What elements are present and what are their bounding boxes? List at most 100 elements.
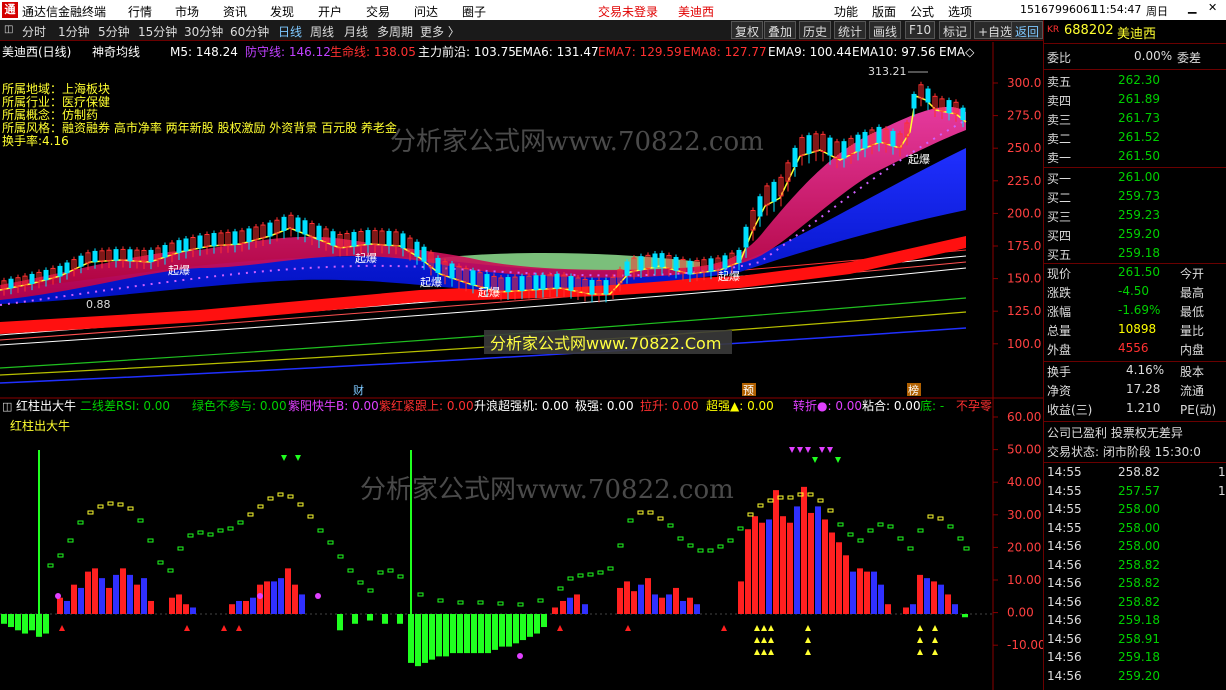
tick-time: 14:56: [1047, 613, 1082, 627]
rsi-step: [477, 600, 484, 605]
hist-bar: [885, 604, 891, 614]
indicator-name[interactable]: 神奇均线: [92, 45, 140, 59]
minimize-icon[interactable]: ▁: [1188, 1, 1196, 14]
rsi-step: [157, 560, 164, 565]
close-icon[interactable]: ✕: [1208, 1, 1217, 14]
toolbar-menu-icon[interactable]: ◫: [4, 24, 13, 35]
menu-kaihu[interactable]: 开户: [318, 3, 342, 20]
hist-bar: [938, 584, 944, 614]
hist-bar: [57, 597, 63, 614]
period-15min[interactable]: 15分钟: [138, 23, 177, 40]
menu-banmian[interactable]: 版面: [872, 3, 896, 20]
trade-status: 交易状态: 闭市阶段 15:30:0: [1047, 445, 1201, 459]
menu-gongshi[interactable]: 公式: [910, 3, 934, 20]
marker-cai[interactable]: 财: [353, 383, 364, 397]
tick-row: 14:55 257.57 1: [1044, 484, 1226, 503]
stat-value: 10898: [1118, 322, 1157, 336]
candle: [736, 249, 742, 263]
bid-row[interactable]: 买四 259.20: [1044, 227, 1226, 246]
menu-gongneng[interactable]: 功能: [834, 3, 858, 20]
period-fenshi[interactable]: 分时: [22, 23, 46, 40]
btn-tongji[interactable]: 统计: [834, 21, 867, 39]
rsi-step: [627, 518, 634, 523]
sub-tick: 0.00: [1007, 606, 1034, 620]
menu-zixun[interactable]: 资讯: [223, 3, 247, 20]
period-30min[interactable]: 30分钟: [184, 23, 223, 40]
bid-row[interactable]: 买一 261.00: [1044, 170, 1226, 189]
candle: [78, 255, 84, 267]
candle: [400, 233, 406, 249]
candle: [232, 231, 238, 245]
ask-row[interactable]: 卖五 262.30: [1044, 73, 1226, 92]
btn-lishi[interactable]: 历史: [799, 21, 832, 39]
hist-bar: [113, 574, 119, 614]
hist-bar: [808, 512, 814, 614]
rsi-step: [67, 538, 74, 543]
low-price-label: 0.88: [86, 298, 111, 311]
ma-legend-item: EMA7: 129.59: [598, 45, 682, 59]
rsi-step: [957, 536, 964, 541]
rsi-step: [887, 524, 894, 529]
sub-indicator-name[interactable]: 红柱出大牛: [16, 398, 76, 413]
sub-panel-icon[interactable]: ◫: [2, 400, 12, 413]
login-status[interactable]: 交易未登录: [598, 3, 658, 20]
period-weekly[interactable]: 周线: [310, 23, 334, 40]
menu-xuanxiang[interactable]: 选项: [948, 3, 972, 20]
menu-faxian[interactable]: 发现: [270, 3, 294, 20]
btn-diejia[interactable]: 叠加: [764, 21, 797, 39]
period-daily[interactable]: 日线: [278, 23, 302, 40]
rsi-step: [247, 512, 254, 517]
rsi-step: [747, 512, 754, 517]
btn-back[interactable]: 返回: [1011, 21, 1043, 39]
hist-bar: [945, 594, 951, 614]
bid-row[interactable]: 买二 259.73: [1044, 189, 1226, 208]
ask-row[interactable]: 卖四 261.89: [1044, 92, 1226, 111]
qibao-tag-3: 起爆: [420, 275, 442, 289]
ask-row[interactable]: 卖一 261.50: [1044, 149, 1226, 168]
menu-quanzi[interactable]: 圈子: [462, 3, 486, 20]
hist-bar: [738, 581, 744, 614]
rsi-step: [557, 586, 564, 591]
period-more[interactable]: 更多 〉: [420, 23, 460, 40]
weekday: 周日: [1146, 5, 1168, 18]
rsi-step: [837, 522, 844, 527]
ask-row[interactable]: 卖三 261.73: [1044, 111, 1226, 130]
period-5min[interactable]: 5分钟: [98, 23, 130, 40]
hist-bar: [560, 600, 566, 614]
menu-jiaoyi[interactable]: 交易: [366, 3, 390, 20]
candle: [435, 257, 441, 273]
hist-bar: [815, 506, 821, 614]
tick-price: 259.18: [1118, 613, 1160, 627]
period-60min[interactable]: 60分钟: [230, 23, 269, 40]
triangle-up-icon: [917, 625, 923, 631]
hist-bar: [478, 614, 484, 654]
candle: [757, 196, 763, 217]
menu-wenda[interactable]: 问达: [414, 3, 438, 20]
bid-row[interactable]: 买三 259.23: [1044, 208, 1226, 227]
btn-huaxian[interactable]: 画线: [869, 21, 902, 39]
menu-shichang[interactable]: 市场: [175, 3, 199, 20]
sub-histogram: [1, 486, 968, 667]
sub-y-axis: 60.00 50.00 40.00 30.00 20.00 10.00 0.00 -10.00: [993, 410, 1043, 652]
period-1min[interactable]: 1分钟: [58, 23, 90, 40]
rsi-step: [297, 502, 304, 507]
triangle-up-icon: [761, 649, 767, 655]
marker-bang[interactable]: 榜: [908, 383, 919, 397]
btn-biaoji[interactable]: 标记: [939, 21, 972, 39]
btn-zixuan[interactable]: +自选: [974, 21, 1017, 39]
marker-yu[interactable]: 预: [743, 384, 754, 397]
candle: [659, 253, 665, 268]
menu-hangqing[interactable]: 行情: [128, 3, 152, 20]
btn-f10[interactable]: F10: [905, 21, 936, 39]
btn-fuquan[interactable]: 复权: [731, 21, 764, 39]
rsi-step: [437, 598, 444, 603]
candle: [533, 275, 539, 291]
period-monthly[interactable]: 月线: [344, 23, 368, 40]
candle: [960, 107, 966, 121]
period-multi[interactable]: 多周期: [377, 23, 413, 40]
stat-label-right: 内盘: [1180, 343, 1205, 357]
ask-row[interactable]: 卖二 261.52: [1044, 130, 1226, 149]
hist-bar: [183, 604, 189, 614]
kline-chart-area[interactable]: 美迪西(日线) 神奇均线 M5: 148.24 防守线: 146.12 生命线: 1…: [0, 42, 1043, 690]
candle: [316, 225, 322, 241]
